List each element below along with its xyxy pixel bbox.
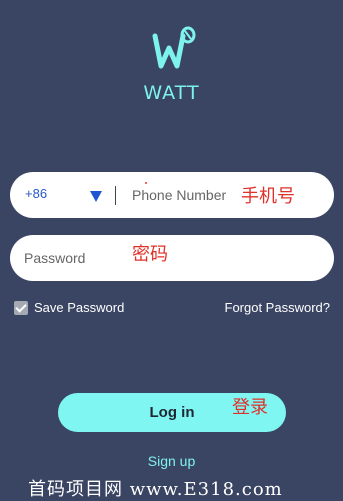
field-divider [115, 186, 116, 205]
password-input[interactable] [24, 248, 134, 268]
password-annotation: 密码 [132, 244, 168, 265]
phone-field[interactable]: +86 手机号 [10, 172, 334, 218]
annotation-dot [145, 182, 147, 184]
phone-annotation: 手机号 [241, 186, 295, 207]
logo-area: WATT [0, 26, 343, 104]
password-field[interactable]: 密码 [10, 235, 334, 281]
phone-number-input[interactable] [132, 185, 242, 205]
forgot-password-link[interactable]: Forgot Password? [225, 300, 331, 315]
save-password-checkbox[interactable] [14, 300, 28, 315]
watt-logo-icon [152, 26, 195, 69]
country-code[interactable]: +86 [25, 186, 47, 201]
signup-link[interactable]: Sign up [0, 453, 343, 469]
login-annotation: 登录 [232, 397, 268, 418]
save-password-label: Save Password [34, 300, 125, 315]
caret-down-icon[interactable] [90, 191, 102, 202]
brand-name: WATT [143, 82, 200, 104]
save-password-row[interactable]: Save Password [14, 300, 124, 315]
watermark-text: 首码项目网 www.E318.com [28, 479, 283, 500]
